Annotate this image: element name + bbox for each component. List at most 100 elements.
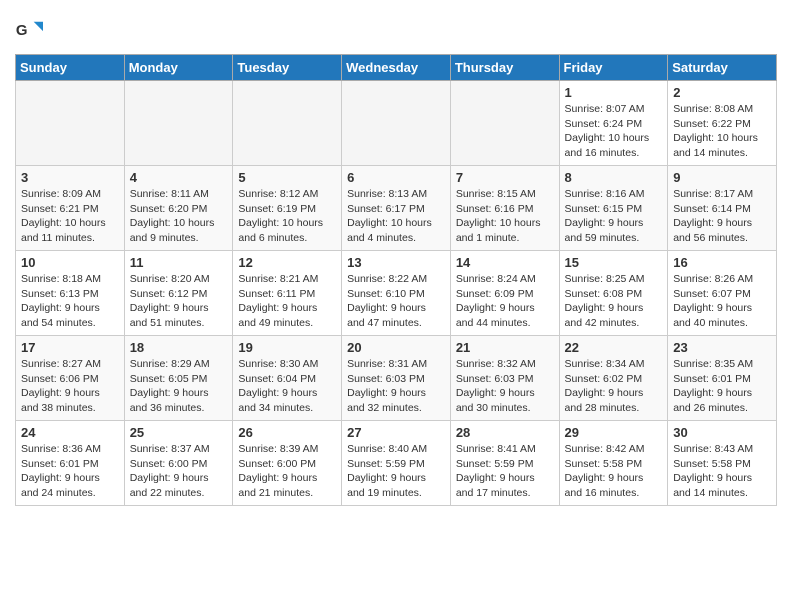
day-info: Sunrise: 8:35 AMSunset: 6:01 PMDaylight:…	[673, 357, 771, 416]
day-number: 1	[565, 85, 663, 100]
day-info: Sunrise: 8:17 AMSunset: 6:14 PMDaylight:…	[673, 187, 771, 246]
calendar-day-cell: 14 Sunrise: 8:24 AMSunset: 6:09 PMDayligh…	[450, 251, 559, 336]
day-number: 17	[21, 340, 119, 355]
calendar-week-row: 24 Sunrise: 8:36 AMSunset: 6:01 PMDayligh…	[16, 421, 777, 506]
day-number: 15	[565, 255, 663, 270]
day-number: 16	[673, 255, 771, 270]
day-number: 23	[673, 340, 771, 355]
calendar-week-row: 10 Sunrise: 8:18 AMSunset: 6:13 PMDayligh…	[16, 251, 777, 336]
day-info: Sunrise: 8:21 AMSunset: 6:11 PMDaylight:…	[238, 272, 336, 331]
day-info: Sunrise: 8:31 AMSunset: 6:03 PMDaylight:…	[347, 357, 445, 416]
calendar-day-cell: 24 Sunrise: 8:36 AMSunset: 6:01 PMDayligh…	[16, 421, 125, 506]
calendar-day-cell	[124, 81, 233, 166]
calendar-day-cell: 20Sunrise: 8:31 AMSunset: 6:03 PMDayligh…	[342, 336, 451, 421]
day-info: Sunrise: 8:22 AMSunset: 6:10 PMDaylight:…	[347, 272, 445, 331]
header: G	[15, 10, 777, 46]
day-info: Sunrise: 8:08 AMSunset: 6:22 PMDaylight:…	[673, 102, 771, 161]
calendar-day-cell: 4Sunrise: 8:11 AMSunset: 6:20 PMDaylight…	[124, 166, 233, 251]
day-number: 7	[456, 170, 554, 185]
calendar-day-cell: 30Sunrise: 8:43 AMSunset: 5:58 PMDayligh…	[668, 421, 777, 506]
day-info: Sunrise: 8:12 AMSunset: 6:19 PMDaylight:…	[238, 187, 336, 246]
day-number: 18	[130, 340, 228, 355]
calendar-week-row: 1 Sunrise: 8:07 AMSunset: 6:24 PMDaylight…	[16, 81, 777, 166]
day-number: 6	[347, 170, 445, 185]
calendar-day-cell: 5 Sunrise: 8:12 AMSunset: 6:19 PMDaylight…	[233, 166, 342, 251]
calendar-day-cell: 10 Sunrise: 8:18 AMSunset: 6:13 PMDayligh…	[16, 251, 125, 336]
calendar-day-header: Wednesday	[342, 55, 451, 81]
calendar-day-cell: 19 Sunrise: 8:30 AMSunset: 6:04 PMDayligh…	[233, 336, 342, 421]
day-number: 22	[565, 340, 663, 355]
day-number: 19	[238, 340, 336, 355]
day-info: Sunrise: 8:20 AMSunset: 6:12 PMDaylight:…	[130, 272, 228, 331]
day-number: 26	[238, 425, 336, 440]
calendar-day-cell: 7 Sunrise: 8:15 AMSunset: 6:16 PMDaylight…	[450, 166, 559, 251]
calendar-day-cell: 13 Sunrise: 8:22 AMSunset: 6:10 PMDayligh…	[342, 251, 451, 336]
day-info: Sunrise: 8:27 AMSunset: 6:06 PMDaylight:…	[21, 357, 119, 416]
day-info: Sunrise: 8:15 AMSunset: 6:16 PMDaylight:…	[456, 187, 554, 246]
calendar-week-row: 17 Sunrise: 8:27 AMSunset: 6:06 PMDayligh…	[16, 336, 777, 421]
calendar-day-cell: 29 Sunrise: 8:42 AMSunset: 5:58 PMDayligh…	[559, 421, 668, 506]
day-number: 29	[565, 425, 663, 440]
calendar-day-cell: 18 Sunrise: 8:29 AMSunset: 6:05 PMDayligh…	[124, 336, 233, 421]
day-number: 10	[21, 255, 119, 270]
calendar-day-cell: 26 Sunrise: 8:39 AMSunset: 6:00 PMDayligh…	[233, 421, 342, 506]
day-number: 12	[238, 255, 336, 270]
day-info: Sunrise: 8:16 AMSunset: 6:15 PMDaylight:…	[565, 187, 663, 246]
svg-text:G: G	[16, 22, 28, 39]
day-info: Sunrise: 8:43 AMSunset: 5:58 PMDaylight:…	[673, 442, 771, 501]
calendar-table: SundayMondayTuesdayWednesdayThursdayFrid…	[15, 54, 777, 506]
day-info: Sunrise: 8:09 AMSunset: 6:21 PMDaylight:…	[21, 187, 119, 246]
day-number: 28	[456, 425, 554, 440]
day-number: 14	[456, 255, 554, 270]
day-info: Sunrise: 8:30 AMSunset: 6:04 PMDaylight:…	[238, 357, 336, 416]
day-info: Sunrise: 8:34 AMSunset: 6:02 PMDaylight:…	[565, 357, 663, 416]
day-number: 8	[565, 170, 663, 185]
calendar-day-cell: 3Sunrise: 8:09 AMSunset: 6:21 PMDaylight…	[16, 166, 125, 251]
day-info: Sunrise: 8:18 AMSunset: 6:13 PMDaylight:…	[21, 272, 119, 331]
calendar-day-cell: 12 Sunrise: 8:21 AMSunset: 6:11 PMDayligh…	[233, 251, 342, 336]
day-info: Sunrise: 8:36 AMSunset: 6:01 PMDaylight:…	[21, 442, 119, 501]
day-number: 2	[673, 85, 771, 100]
day-info: Sunrise: 8:24 AMSunset: 6:09 PMDaylight:…	[456, 272, 554, 331]
calendar-day-cell: 11 Sunrise: 8:20 AMSunset: 6:12 PMDayligh…	[124, 251, 233, 336]
day-number: 4	[130, 170, 228, 185]
day-number: 11	[130, 255, 228, 270]
day-info: Sunrise: 8:32 AMSunset: 6:03 PMDaylight:…	[456, 357, 554, 416]
day-info: Sunrise: 8:42 AMSunset: 5:58 PMDaylight:…	[565, 442, 663, 501]
day-number: 9	[673, 170, 771, 185]
day-number: 21	[456, 340, 554, 355]
day-number: 13	[347, 255, 445, 270]
day-number: 27	[347, 425, 445, 440]
day-info: Sunrise: 8:25 AMSunset: 6:08 PMDaylight:…	[565, 272, 663, 331]
calendar-day-cell: 25 Sunrise: 8:37 AMSunset: 6:00 PMDayligh…	[124, 421, 233, 506]
calendar-day-cell: 15 Sunrise: 8:25 AMSunset: 6:08 PMDayligh…	[559, 251, 668, 336]
calendar-day-cell: 28Sunrise: 8:41 AMSunset: 5:59 PMDayligh…	[450, 421, 559, 506]
calendar-day-cell	[233, 81, 342, 166]
day-number: 5	[238, 170, 336, 185]
calendar-day-cell	[16, 81, 125, 166]
day-info: Sunrise: 8:29 AMSunset: 6:05 PMDaylight:…	[130, 357, 228, 416]
calendar-day-cell: 6Sunrise: 8:13 AMSunset: 6:17 PMDaylight…	[342, 166, 451, 251]
calendar-day-header: Tuesday	[233, 55, 342, 81]
day-number: 25	[130, 425, 228, 440]
day-info: Sunrise: 8:07 AMSunset: 6:24 PMDaylight:…	[565, 102, 663, 161]
calendar-day-cell: 17 Sunrise: 8:27 AMSunset: 6:06 PMDayligh…	[16, 336, 125, 421]
day-info: Sunrise: 8:37 AMSunset: 6:00 PMDaylight:…	[130, 442, 228, 501]
calendar-day-header: Friday	[559, 55, 668, 81]
calendar-day-cell	[450, 81, 559, 166]
calendar-day-cell: 8 Sunrise: 8:16 AMSunset: 6:15 PMDaylight…	[559, 166, 668, 251]
calendar-day-cell: 21 Sunrise: 8:32 AMSunset: 6:03 PMDayligh…	[450, 336, 559, 421]
day-info: Sunrise: 8:26 AMSunset: 6:07 PMDaylight:…	[673, 272, 771, 331]
day-number: 24	[21, 425, 119, 440]
logo-icon: G	[15, 18, 43, 46]
calendar-day-cell: 22 Sunrise: 8:34 AMSunset: 6:02 PMDayligh…	[559, 336, 668, 421]
calendar-day-header: Monday	[124, 55, 233, 81]
calendar-day-cell: 27Sunrise: 8:40 AMSunset: 5:59 PMDayligh…	[342, 421, 451, 506]
calendar-day-cell: 9 Sunrise: 8:17 AMSunset: 6:14 PMDaylight…	[668, 166, 777, 251]
page: G SundayMondayTuesdayWednesdayThursdayFr…	[0, 0, 792, 521]
calendar-day-header: Sunday	[16, 55, 125, 81]
calendar-day-cell	[342, 81, 451, 166]
calendar-week-row: 3Sunrise: 8:09 AMSunset: 6:21 PMDaylight…	[16, 166, 777, 251]
day-info: Sunrise: 8:39 AMSunset: 6:00 PMDaylight:…	[238, 442, 336, 501]
calendar-day-cell: 1 Sunrise: 8:07 AMSunset: 6:24 PMDaylight…	[559, 81, 668, 166]
